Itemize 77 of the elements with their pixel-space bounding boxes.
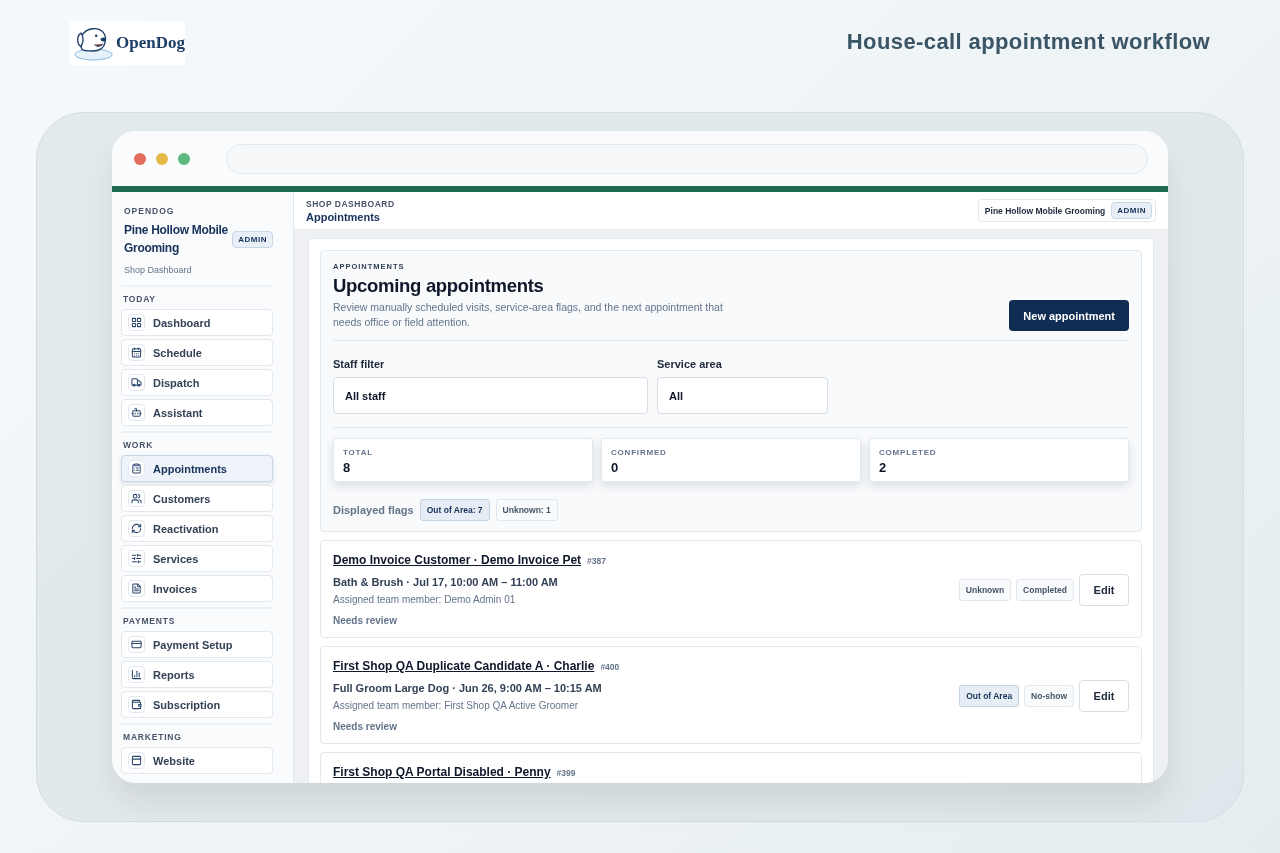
appointment-number: #400 [600, 662, 620, 672]
page-title: Appointments [306, 210, 381, 223]
bar-chart-icon [128, 666, 145, 683]
stat-value: 8 [343, 460, 352, 475]
sliders-icon [128, 550, 145, 567]
section-label: MARKETING [122, 731, 183, 744]
nav-item[interactable]: Dashboard [121, 309, 273, 336]
breadcrumb: SHOP DASHBOARD [306, 198, 395, 209]
logo-text: OpenDog [116, 33, 185, 53]
appointment-note: Needs review [333, 721, 398, 732]
status-tag: Unknown [958, 578, 1012, 601]
panel-title: Upcoming appointments [333, 275, 545, 297]
nav-item[interactable]: Customers [121, 485, 273, 512]
filter-label: Service area [657, 358, 723, 370]
filter-select[interactable]: All [657, 377, 828, 414]
nav-item[interactable]: Reactivation [121, 515, 273, 542]
stat-label: COMPLETED [879, 448, 938, 457]
status-tag: Completed [1016, 578, 1074, 601]
appointment-assignee: Assigned team member: First Shop QA Active Groomer [333, 700, 580, 711]
nav-item[interactable]: Website [121, 747, 273, 774]
edit-button[interactable]: Edit [1079, 573, 1129, 606]
stat-value: 2 [879, 460, 888, 475]
section-label: TODAY [122, 293, 157, 306]
credit-card-icon [128, 636, 145, 653]
appointment-link[interactable]: First Shop QA Duplicate Candidate A · Charlie [333, 659, 595, 673]
window-icon [128, 752, 145, 769]
nav-item[interactable]: Schedule [121, 339, 273, 366]
appointment-number: #399 [556, 768, 576, 778]
status-tag: No-show [1024, 684, 1074, 707]
flag-tag: Unknown: 1 [495, 499, 558, 521]
minimize-dot[interactable] [156, 152, 168, 165]
appointment-assignee: Assigned team member: Demo Admin 01 [333, 594, 517, 605]
role-badge: ADMIN [232, 230, 273, 248]
role-badge: ADMIN [1111, 202, 1152, 219]
new-appointment-button[interactable]: New appointment [1009, 300, 1129, 331]
shop-name: Pine Hollow Mobile Grooming [124, 222, 229, 257]
users-icon [128, 490, 145, 507]
edit-button[interactable]: Edit [1079, 679, 1129, 712]
document-icon [128, 580, 145, 597]
sidebar-eyebrow: OPENDOG [123, 206, 176, 216]
flags-label: Displayed flags [333, 504, 414, 516]
stat-label: TOTAL [343, 448, 374, 457]
close-dot[interactable] [134, 152, 146, 165]
calendar-icon [128, 344, 145, 361]
stat-label: CONFIRMED [611, 448, 668, 457]
nav-item[interactable]: Appointments [121, 455, 273, 482]
status-tag: Out of Area [959, 684, 1020, 707]
filter-select[interactable]: All staff [333, 377, 648, 414]
nav-item[interactable]: Invoices [121, 575, 273, 602]
nav-item[interactable]: Services [121, 545, 273, 572]
filter-label: Staff filter [333, 358, 386, 370]
stat-value: 0 [611, 460, 620, 475]
robot-icon [128, 404, 145, 421]
nav-item[interactable]: Assistant [121, 399, 273, 426]
clipboard-icon [128, 460, 145, 477]
grid-icon [128, 314, 145, 331]
nav-item[interactable]: Payment Setup [121, 631, 273, 658]
maximize-dot[interactable] [178, 152, 190, 165]
wallet-icon [128, 696, 145, 713]
appointment-number: #387 [587, 556, 606, 566]
headline: House-call appointment workflow [846, 29, 1210, 55]
appointment-service: Full Groom Large Dog · Jun 26, 9:00 AM – 10:15 AM [333, 682, 603, 694]
truck-icon [128, 374, 145, 391]
section-label: PAYMENTS [122, 615, 177, 628]
nav-item[interactable]: Dispatch [121, 369, 273, 396]
section-label: WORK [122, 439, 155, 452]
shop-name: Pine Hollow Mobile Grooming [984, 205, 1106, 216]
panel-description: Review manually scheduled visits, service-area flags, and the next appointment that needs office or field attention. [333, 300, 724, 330]
nav-item[interactable]: Subscription [121, 691, 273, 718]
nav-item[interactable]: Reports [121, 661, 273, 688]
appointment-note: Needs review [333, 615, 398, 626]
appointment-link[interactable]: First Shop QA Portal Disabled · Penny [333, 765, 551, 779]
flag-tag: Out of Area: 7 [419, 499, 490, 521]
appointment-link[interactable]: Demo Invoice Customer · Demo Invoice Pet [333, 553, 582, 567]
refresh-icon [128, 520, 145, 537]
appointment-service: Bath & Brush · Jul 17, 10:00 AM – 11:00 AM [333, 576, 559, 588]
sidebar-subtitle: Shop Dashboard [121, 257, 273, 287]
